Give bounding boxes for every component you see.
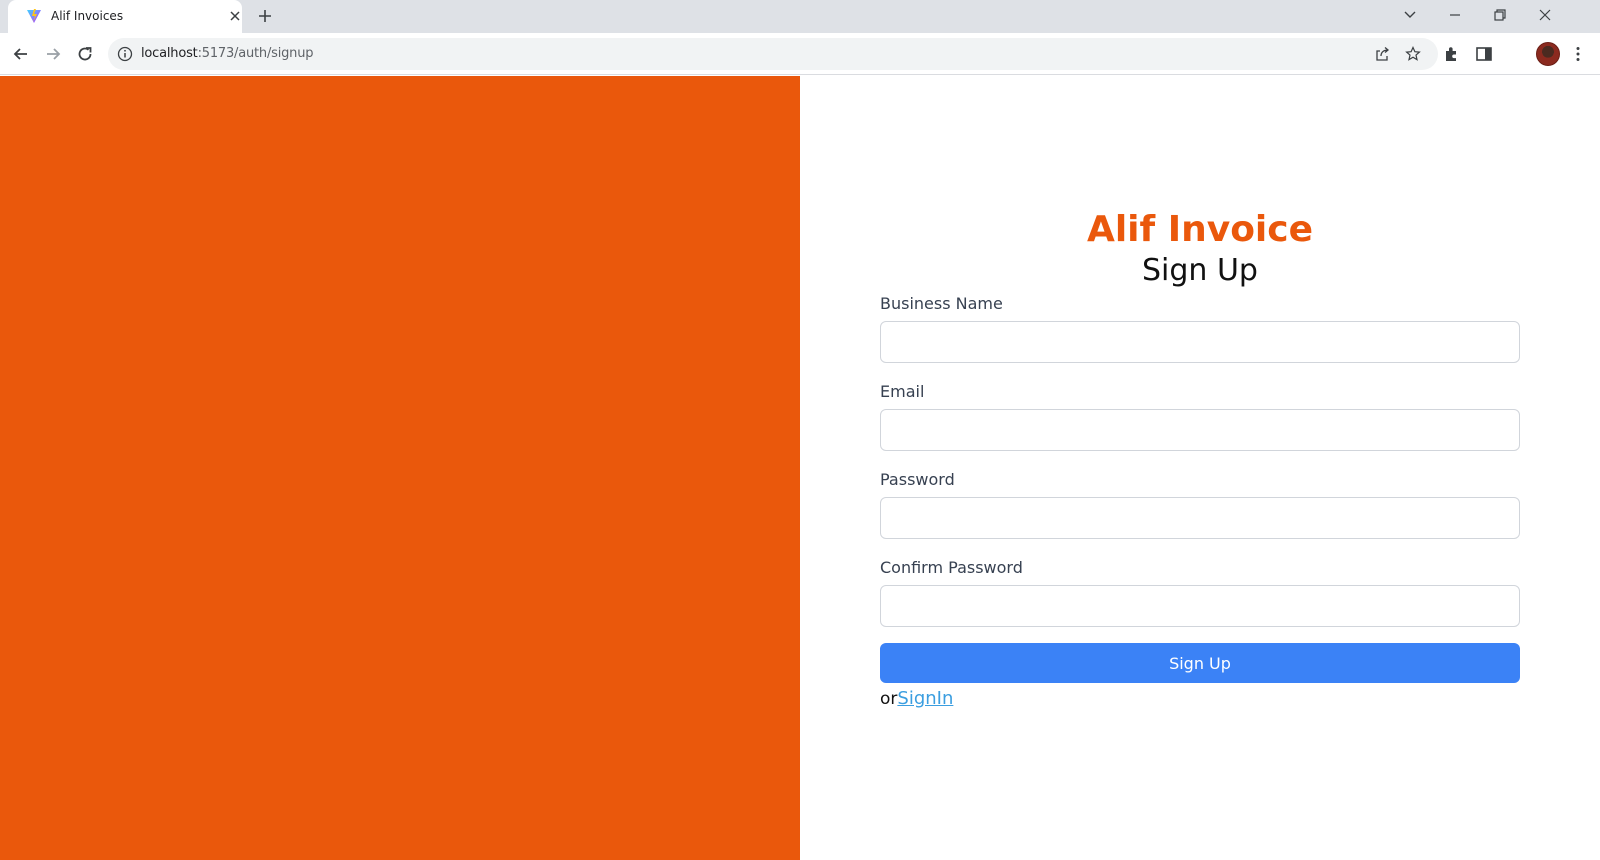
email-label: Email xyxy=(880,382,925,401)
address-bar[interactable]: localhost:5173/auth/signup xyxy=(108,38,1438,70)
share-icon[interactable] xyxy=(1374,46,1390,62)
restore-icon[interactable] xyxy=(1493,8,1507,22)
side-panel-icon[interactable] xyxy=(1475,45,1493,63)
reload-icon[interactable] xyxy=(75,44,95,64)
site-info-icon[interactable] xyxy=(117,46,133,62)
signin-prefix: or xyxy=(880,689,898,709)
brand-title: Alif Invoice xyxy=(1086,209,1314,250)
url-path: :5173/auth/signup xyxy=(197,46,314,61)
password-label: Password xyxy=(880,470,955,489)
tab-title: Alif Invoices xyxy=(51,9,124,23)
signup-form: Alif Invoice Sign Up Business Name Email… xyxy=(880,208,1520,709)
business-name-field[interactable] xyxy=(880,321,1520,363)
browser-toolbar: localhost:5173/auth/signup xyxy=(0,33,1600,75)
email-field[interactable] xyxy=(880,409,1520,451)
signup-panel: Alif Invoice Sign Up Business Name Email… xyxy=(800,76,1600,860)
sign-up-button[interactable]: Sign Up xyxy=(880,643,1520,683)
tab-strip: Alif Invoices xyxy=(0,0,1600,33)
url-host: localhost xyxy=(141,46,198,61)
browser-tab[interactable]: Alif Invoices xyxy=(8,0,242,33)
page-title: Sign Up xyxy=(1142,253,1258,288)
password-field[interactable] xyxy=(880,497,1520,539)
forward-arrow-icon[interactable] xyxy=(43,44,63,64)
more-menu-icon[interactable] xyxy=(1569,45,1587,63)
business-name-label: Business Name xyxy=(880,294,1003,313)
confirm-password-field[interactable] xyxy=(880,585,1520,627)
close-tab-icon[interactable] xyxy=(229,10,241,22)
page-content: Alif Invoice Sign Up Business Name Email… xyxy=(0,76,1600,860)
minimize-icon[interactable] xyxy=(1448,8,1462,22)
close-window-icon[interactable] xyxy=(1538,8,1552,22)
new-tab-icon[interactable] xyxy=(258,9,272,23)
brand-panel xyxy=(0,76,800,860)
signin-prompt: orSignIn xyxy=(880,688,1520,709)
extensions-puzzle-icon[interactable] xyxy=(1443,45,1461,63)
url-text: localhost:5173/auth/signup xyxy=(141,46,313,61)
tab-search-icon[interactable] xyxy=(1403,8,1417,22)
vite-favicon-icon xyxy=(27,9,41,23)
profile-avatar[interactable] xyxy=(1536,42,1560,66)
back-arrow-icon[interactable] xyxy=(11,44,31,64)
confirm-password-label: Confirm Password xyxy=(880,558,1023,577)
signin-link[interactable]: SignIn xyxy=(897,688,953,709)
bookmark-star-icon[interactable] xyxy=(1405,46,1421,62)
